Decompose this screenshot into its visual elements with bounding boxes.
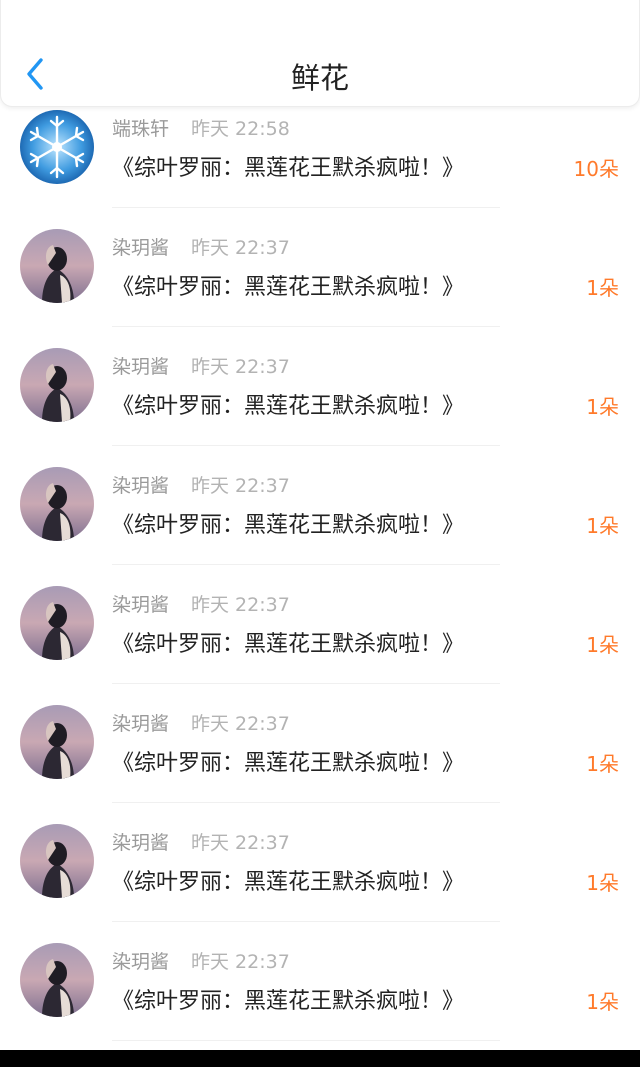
divider bbox=[112, 326, 500, 327]
portrait-avatar-icon bbox=[20, 348, 94, 422]
avatar[interactable] bbox=[20, 348, 94, 422]
portrait-avatar-icon bbox=[20, 705, 94, 779]
list-item[interactable]: 染玥酱 昨天 22:37 《综叶罗丽：黑莲花王默杀疯啦！》 1朵 bbox=[0, 343, 640, 462]
book-title: 《综叶罗丽：黑莲花王默杀疯啦！》 bbox=[112, 156, 465, 181]
sender-name: 染玥酱 bbox=[112, 951, 170, 973]
divider bbox=[112, 564, 500, 565]
snowflake-avatar-icon bbox=[20, 110, 94, 184]
portrait-avatar-icon bbox=[20, 824, 94, 898]
flower-count: 1朵 bbox=[586, 990, 619, 1014]
timestamp: 昨天 22:37 bbox=[191, 594, 290, 616]
timestamp: 昨天 22:37 bbox=[191, 356, 290, 378]
timestamp: 昨天 22:37 bbox=[191, 951, 290, 973]
book-title: 《综叶罗丽：黑莲花王默杀疯啦！》 bbox=[112, 394, 465, 419]
flower-count: 1朵 bbox=[586, 276, 619, 300]
gift-list[interactable]: 端珠轩 昨天 22:58 《综叶罗丽：黑莲花王默杀疯啦！》 10朵 染玥酱 昨天… bbox=[0, 105, 640, 1050]
sender-name: 端珠轩 bbox=[112, 118, 170, 140]
flowers-page: 端珠轩 昨天 22:58 《综叶罗丽：黑莲花王默杀疯啦！》 10朵 染玥酱 昨天… bbox=[0, 0, 640, 1067]
avatar[interactable] bbox=[20, 824, 94, 898]
avatar[interactable] bbox=[20, 705, 94, 779]
list-item[interactable]: 染玥酱 昨天 22:37 《综叶罗丽：黑莲花王默杀疯啦！》 1朵 bbox=[0, 224, 640, 343]
book-title: 《综叶罗丽：黑莲花王默杀疯啦！》 bbox=[112, 632, 465, 657]
avatar[interactable] bbox=[20, 586, 94, 660]
chevron-left-icon bbox=[27, 58, 43, 90]
list-item[interactable]: 染玥酱 昨天 22:37 《综叶罗丽：黑莲花王默杀疯啦！》 1朵 bbox=[0, 462, 640, 581]
timestamp: 昨天 22:37 bbox=[191, 832, 290, 854]
divider bbox=[112, 921, 500, 922]
timestamp: 昨天 22:37 bbox=[191, 713, 290, 735]
timestamp: 昨天 22:37 bbox=[191, 237, 290, 259]
divider bbox=[112, 1040, 500, 1041]
sender-name: 染玥酱 bbox=[112, 594, 170, 616]
flower-count: 1朵 bbox=[586, 871, 619, 895]
portrait-avatar-icon bbox=[20, 467, 94, 541]
list-item[interactable]: 染玥酱 昨天 22:37 《综叶罗丽：黑莲花王默杀疯啦！》 1朵 bbox=[0, 938, 640, 1050]
book-title: 《综叶罗丽：黑莲花王默杀疯啦！》 bbox=[112, 751, 465, 776]
divider bbox=[112, 683, 500, 684]
list-item[interactable]: 端珠轩 昨天 22:58 《综叶罗丽：黑莲花王默杀疯啦！》 10朵 bbox=[0, 105, 640, 224]
timestamp: 昨天 22:37 bbox=[191, 475, 290, 497]
flower-count: 1朵 bbox=[586, 395, 619, 419]
avatar[interactable] bbox=[20, 110, 94, 184]
book-title: 《综叶罗丽：黑莲花王默杀疯啦！》 bbox=[112, 275, 465, 300]
avatar[interactable] bbox=[20, 943, 94, 1017]
book-title: 《综叶罗丽：黑莲花王默杀疯啦！》 bbox=[112, 989, 465, 1014]
divider bbox=[112, 445, 500, 446]
sender-name: 染玥酱 bbox=[112, 237, 170, 259]
flower-count: 1朵 bbox=[586, 633, 619, 657]
sender-name: 染玥酱 bbox=[112, 713, 170, 735]
navigation-header: 鲜花 bbox=[0, 0, 640, 107]
divider bbox=[112, 802, 500, 803]
portrait-avatar-icon bbox=[20, 586, 94, 660]
portrait-avatar-icon bbox=[20, 943, 94, 1017]
divider bbox=[112, 207, 500, 208]
sender-name: 染玥酱 bbox=[112, 356, 170, 378]
list-item[interactable]: 染玥酱 昨天 22:37 《综叶罗丽：黑莲花王默杀疯啦！》 1朵 bbox=[0, 819, 640, 938]
portrait-avatar-icon bbox=[20, 229, 94, 303]
list-item[interactable]: 染玥酱 昨天 22:37 《综叶罗丽：黑莲花王默杀疯啦！》 1朵 bbox=[0, 700, 640, 819]
timestamp: 昨天 22:58 bbox=[191, 118, 290, 140]
sender-name: 染玥酱 bbox=[112, 475, 170, 497]
book-title: 《综叶罗丽：黑莲花王默杀疯啦！》 bbox=[112, 513, 465, 538]
flower-count: 1朵 bbox=[586, 514, 619, 538]
system-navigation-bar bbox=[0, 1050, 640, 1067]
back-button[interactable] bbox=[19, 54, 53, 94]
avatar[interactable] bbox=[20, 467, 94, 541]
page-title: 鲜花 bbox=[290, 61, 349, 95]
avatar[interactable] bbox=[20, 229, 94, 303]
sender-name: 染玥酱 bbox=[112, 832, 170, 854]
flower-count: 10朵 bbox=[573, 157, 619, 181]
list-item[interactable]: 染玥酱 昨天 22:37 《综叶罗丽：黑莲花王默杀疯啦！》 1朵 bbox=[0, 581, 640, 700]
flower-count: 1朵 bbox=[586, 752, 619, 776]
book-title: 《综叶罗丽：黑莲花王默杀疯啦！》 bbox=[112, 870, 465, 895]
